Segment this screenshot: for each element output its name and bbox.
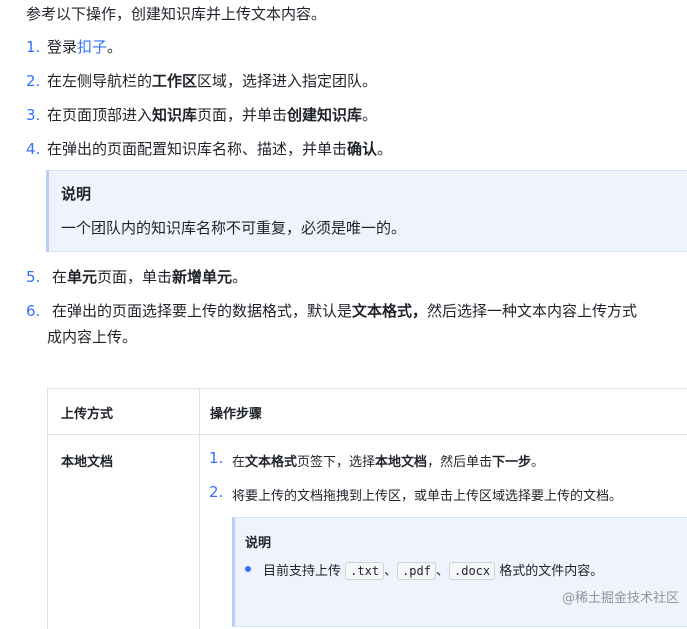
- substep-2: 将要上传的文档拖拽到上传区，或单击上传区域选择要上传的文档。: [232, 489, 623, 504]
- step-text: 在: [52, 268, 68, 286]
- step-text: 页面，单击: [97, 268, 173, 286]
- step-emphasis: 单元: [67, 268, 98, 286]
- step-emphasis: 新增单元: [172, 268, 233, 286]
- step-text: 在弹出的页面选择要上传的数据格式，默认是: [52, 302, 353, 320]
- step-emphasis: 知识库: [152, 106, 198, 124]
- step-text: 。: [232, 268, 248, 286]
- step-emphasis: 确认: [347, 140, 378, 158]
- table-header-method: 上传方式: [61, 407, 114, 422]
- step-text: 在弹出的页面配置知识库名称、描述，并单击: [47, 140, 348, 158]
- step-text: 。: [362, 106, 378, 124]
- step-text: 在左侧导航栏的: [47, 72, 153, 90]
- note-callout: 说明 一个团队内的知识库名称不可重复，必须是唯一的。: [46, 170, 687, 252]
- substep-number: 1.: [209, 449, 224, 467]
- column-divider: [199, 389, 200, 629]
- inner-note-callout: 说明 目前支持上传 .txt、 .pdf、 .docx 格式的文件内容。: [232, 517, 687, 627]
- step-emphasis: 创建知识库: [287, 106, 363, 124]
- step-text: 登录: [47, 38, 78, 56]
- watermark: @稀土掘金技术社区: [561, 591, 679, 606]
- code-pdf: .pdf: [397, 562, 436, 580]
- step-text: 然后选择一种文本内容上传方式: [427, 302, 638, 320]
- step-number: 3.: [26, 106, 41, 124]
- step-emphasis: 工作区: [152, 72, 198, 90]
- substep-1: 在文本格式页签下，选择本地文档，然后单击下一步。: [232, 455, 545, 470]
- step-number: 6.: [26, 302, 41, 320]
- table-header-row: 上传方式 操作步骤: [48, 389, 687, 435]
- step-number: 2.: [26, 72, 41, 90]
- step-text: 在页面顶部进入: [47, 106, 153, 124]
- note-title: 说明: [61, 185, 92, 203]
- bullet-dot-icon: [245, 566, 251, 572]
- kouzi-link[interactable]: 扣子: [77, 38, 107, 56]
- step-text: 区域，选择进入指定团队。: [197, 72, 378, 90]
- note-body: 一个团队内的知识库名称不可重复，必须是唯一的。: [61, 219, 407, 237]
- step-emphasis: 文本格式，: [352, 302, 428, 320]
- inner-note-title: 说明: [245, 536, 272, 551]
- step-number: 4.: [26, 140, 41, 158]
- step-number: 1.: [26, 38, 41, 56]
- row-label-local-doc: 本地文档: [61, 455, 114, 470]
- step-6-continuation: 成内容上传。: [47, 328, 138, 346]
- step-text: 。: [107, 38, 123, 56]
- code-txt: .txt: [345, 562, 385, 580]
- intro-text: 参考以下操作，创建知识库并上传文本内容。: [26, 5, 327, 23]
- step-number: 5.: [26, 268, 41, 286]
- step-text: 页面，并单击: [197, 106, 288, 124]
- inner-note-body: 目前支持上传 .txt、 .pdf、 .docx 格式的文件内容。: [263, 562, 604, 580]
- code-docx: .docx: [449, 562, 496, 580]
- table-header-steps: 操作步骤: [210, 407, 263, 422]
- step-text: 。: [377, 140, 393, 158]
- substep-number: 2.: [209, 483, 224, 501]
